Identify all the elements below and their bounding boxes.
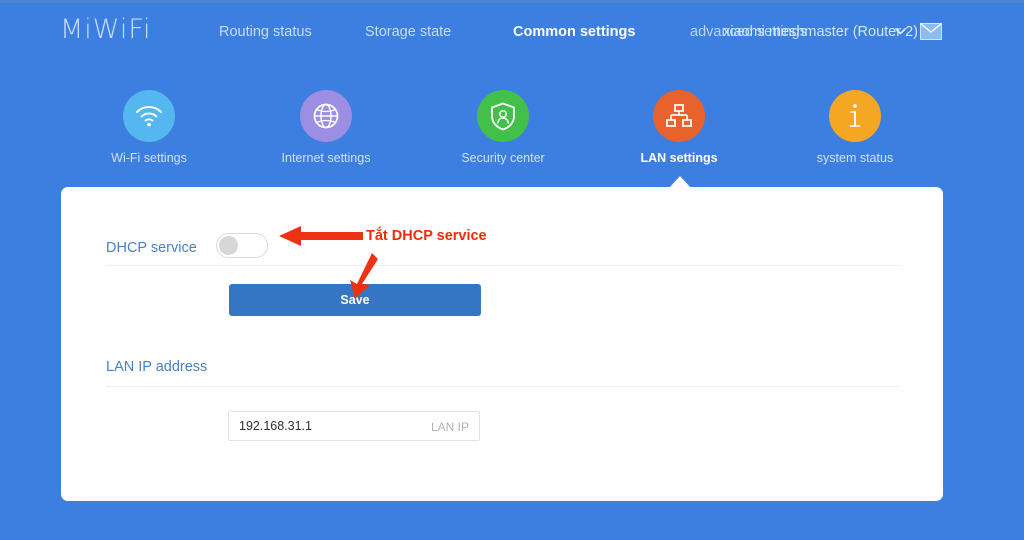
category-internet-settings[interactable]: Internet settings: [266, 90, 386, 165]
category-security-center[interactable]: Security center: [443, 90, 563, 165]
chevron-down-icon[interactable]: [895, 26, 906, 37]
dhcp-service-toggle[interactable]: [216, 233, 268, 258]
divider: [106, 386, 901, 387]
lan-ip-section-title: LAN IP address: [106, 359, 208, 375]
annotation-text: Tắt DHCP service: [366, 228, 487, 244]
toggle-knob: [219, 236, 238, 255]
category-label: LAN settings: [640, 151, 718, 165]
lan-ip-suffix-label: LAN IP: [430, 420, 469, 434]
category-label: Internet settings: [281, 151, 371, 165]
browser-viewport: MiWiFi Routing status Storage state Comm…: [0, 0, 1024, 540]
miwifi-logo: MiWiFi: [60, 14, 152, 45]
category-label: Wi-Fi settings: [111, 151, 187, 165]
nav-item-common-settings[interactable]: Common settings: [513, 24, 635, 40]
lan-ip-field[interactable]: 192.168.31.1 LAN IP: [228, 411, 480, 441]
lan-ip-value[interactable]: 192.168.31.1: [239, 419, 312, 433]
category-wifi-settings[interactable]: Wi-Fi settings: [89, 90, 209, 165]
globe-icon: [300, 90, 352, 142]
category-label: Security center: [461, 151, 545, 165]
category-icon-row: Wi-Fi settings Internet settings Securit…: [0, 90, 1024, 170]
network-icon: [653, 90, 705, 142]
mail-icon[interactable]: [920, 22, 942, 40]
category-system-status[interactable]: system status: [795, 90, 915, 165]
nav-item-storage-state[interactable]: Storage state: [365, 24, 451, 40]
save-button[interactable]: Save: [229, 284, 481, 316]
category-label: system status: [816, 151, 894, 165]
top-navigation-bar: MiWiFi Routing status Storage state Comm…: [0, 0, 1024, 66]
wifi-icon: [123, 90, 175, 142]
divider: [106, 265, 901, 266]
settings-panel: DHCP service Save LAN IP address 192.168…: [61, 187, 943, 501]
shield-icon: [477, 90, 529, 142]
nav-item-routing-status[interactable]: Routing status: [219, 24, 312, 40]
category-lan-settings[interactable]: LAN settings: [619, 90, 739, 165]
info-icon: [829, 90, 881, 142]
dhcp-service-row: DHCP service: [106, 229, 901, 273]
dhcp-service-label: DHCP service: [106, 240, 197, 256]
router-selector-label[interactable]: xiaomi meshmaster (Router 2): [723, 24, 918, 40]
